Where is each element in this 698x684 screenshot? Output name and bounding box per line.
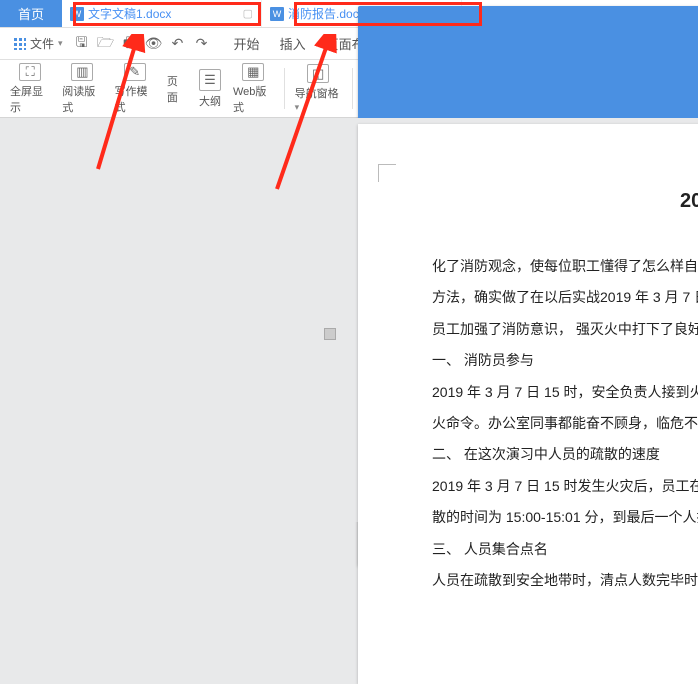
web-view-button[interactable]: ▦ Web版式	[229, 64, 278, 113]
ribbon-toolbar: ⛶ 全屏显示 ▥ 阅读版式 ✎ 写作模式 ▤ 页面 ☰ 大纲 ▦ Web版式 ◫…	[0, 60, 698, 118]
label: 全屏显示	[10, 83, 50, 115]
side-handle-icon	[324, 328, 336, 340]
tab-doc1[interactable]: W 文字文稿1.docx ▢	[62, 0, 262, 27]
doc-title: 2019 年度消防	[404, 180, 698, 222]
fullscreen-button[interactable]: ⛶ 全屏显示	[6, 64, 54, 113]
label: 阅读版式	[62, 83, 102, 115]
doc-text: 2019 年 3 月 7 日 15 时，安全负责人接到火灾报	[404, 378, 698, 407]
preview-icon[interactable]: 👁	[143, 33, 165, 55]
label: 导航窗格 ▾	[295, 85, 342, 113]
file-menu-label: 文件	[30, 35, 54, 52]
pen-icon: ✎	[124, 63, 146, 81]
doc-text: 化了消防观念，使每位职工懂得了怎么样自救，	[404, 252, 698, 281]
doc-section: 二、 在这次演习中人员的疏散的速度	[404, 440, 698, 469]
write-mode-button[interactable]: ✎ 写作模式	[111, 64, 159, 113]
page-view-button[interactable]: ▤ 页面	[163, 64, 191, 113]
doc-text: 人员在疏散到安全地带时，清点人数完毕时	[404, 566, 698, 595]
doc-text: 方法，确实做了在以后实战2019 年 3 月 7 日 15 时，我	[404, 283, 698, 312]
book-icon: ▥	[71, 63, 93, 81]
save-icon[interactable]: 🖫	[71, 33, 93, 55]
outline-button[interactable]: ☰ 大纲	[195, 64, 225, 113]
divider	[352, 68, 353, 109]
tab-label: 文字文稿1.docx	[88, 5, 171, 22]
doc-section: 三、 人员集合点名	[404, 535, 698, 564]
label: 大纲	[199, 93, 221, 109]
read-mode-button[interactable]: ▥ 阅读版式	[58, 64, 106, 113]
doc-text: 员工加强了消防意识， 强灭火中打下了良好的基础。	[404, 315, 698, 344]
web-icon: ▦	[242, 63, 264, 81]
tab-home[interactable]: 首页	[0, 0, 62, 27]
chevron-down-icon: ▾	[295, 102, 300, 112]
doc-section: 一、 消防员参与	[404, 346, 698, 375]
chevron-down-icon: ▾	[58, 38, 63, 49]
label: 页面	[167, 73, 187, 105]
undo-icon[interactable]: ↶	[167, 33, 189, 55]
print-icon[interactable]: 🖶	[119, 33, 141, 55]
document-page[interactable]: 2019 年度消防 化了消防观念，使每位职工懂得了怎么样自救， 方法，确实做了在…	[358, 124, 698, 684]
word-doc-icon: W	[270, 7, 284, 21]
compass-icon: ◫	[307, 64, 329, 83]
label: Web版式	[233, 83, 274, 115]
doc-text: 散的时间为 15:00-15:01 分，到最后一个人撤离	[404, 503, 698, 532]
outline-icon: ☰	[199, 69, 221, 91]
open-icon[interactable]: 🗁	[95, 33, 117, 55]
doc-text: 火命令。办公室同事都能奋不顾身，临危不惧，娴熟	[404, 409, 698, 438]
app-menu-button[interactable]: 文件 ▾	[8, 35, 69, 52]
nav-pane-button[interactable]: ◫ 导航窗格 ▾	[291, 64, 346, 113]
tab-label: 消防报告.docx	[288, 5, 365, 22]
label: 写作模式	[115, 83, 155, 115]
redo-icon[interactable]: ↷	[191, 33, 213, 55]
menu-start[interactable]: 开始	[225, 34, 269, 53]
doc-text: 2019 年 3 月 7 日 15 时发生火灾后，员工在安	[404, 472, 698, 501]
word-doc-icon: W	[70, 7, 84, 21]
margin-corner-icon	[378, 164, 396, 182]
divider	[284, 68, 285, 109]
tab-window-icon[interactable]: ▢	[243, 7, 253, 20]
app-grid-icon	[14, 38, 26, 50]
document-viewport[interactable]: 2019 年度消防 化了消防观念，使每位职工懂得了怎么样自救， 方法，确实做了在…	[0, 118, 698, 522]
menu-insert[interactable]: 插入	[271, 34, 315, 53]
fullscreen-icon: ⛶	[19, 63, 41, 81]
